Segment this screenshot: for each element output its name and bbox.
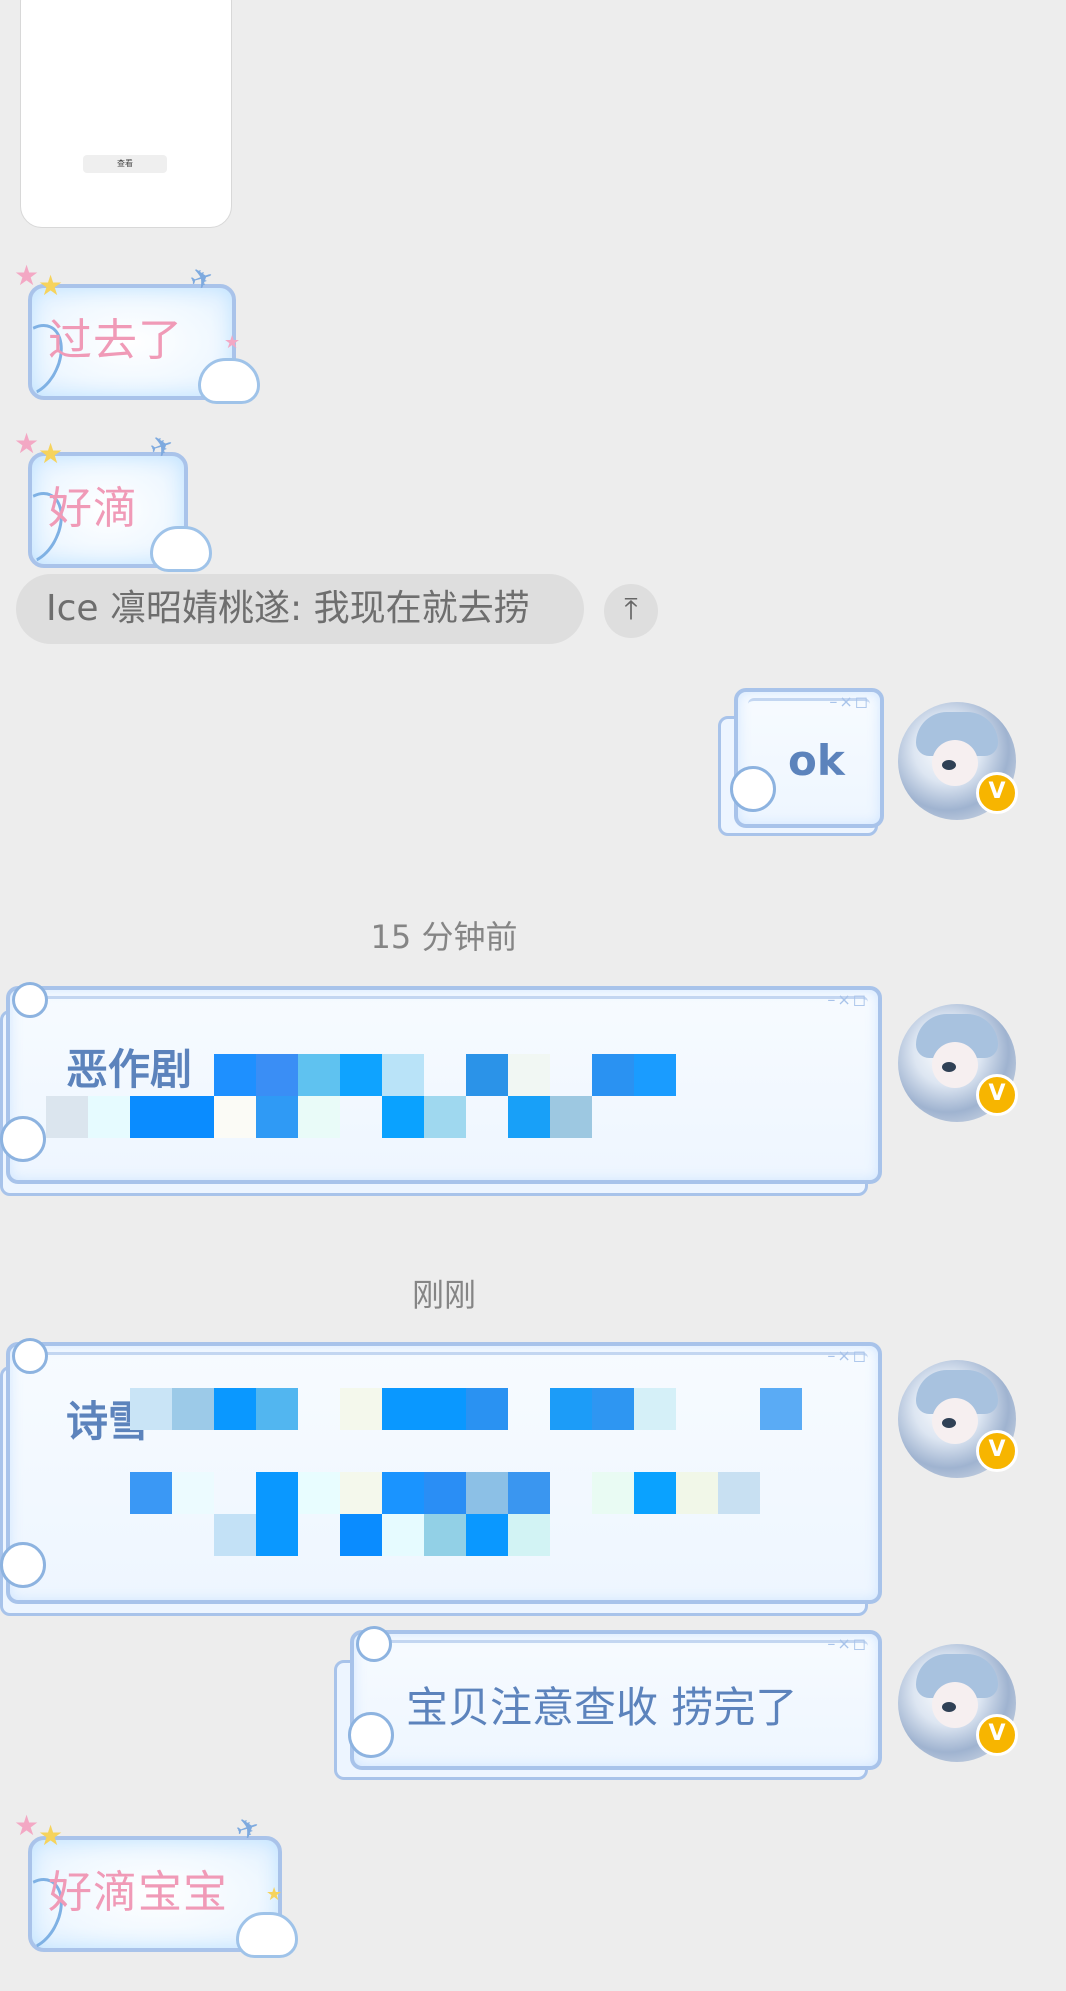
frame-topbar <box>20 1352 868 1365</box>
star-icon: ★ <box>38 437 64 470</box>
window-controls-icon: –×◻ <box>829 692 870 711</box>
astronaut-sticker-icon <box>356 1626 392 1662</box>
message-text: ok <box>788 736 845 785</box>
redacted-mosaic <box>130 1388 928 1556</box>
shared-image-card[interactable]: 查看 <box>20 0 232 228</box>
verified-badge: V <box>976 1714 1018 1756</box>
window-controls-icon: –×◻ <box>827 1634 868 1653</box>
astronaut-sticker-icon <box>0 1542 46 1588</box>
sheep-sticker-icon <box>198 358 260 404</box>
sheep-sticker-icon <box>236 1912 298 1958</box>
image-card-caption: 查看 <box>83 155 167 173</box>
star-icon: ★ <box>38 1819 64 1852</box>
verified-badge: V <box>976 1430 1018 1472</box>
verified-badge: V <box>976 772 1018 814</box>
star-icon: ★ <box>14 259 40 292</box>
message-right-ok[interactable]: –×◻ ok <box>730 688 884 828</box>
frame-topbar <box>364 1640 868 1653</box>
frame-topbar <box>20 996 868 1009</box>
window-controls-icon: –×◻ <box>827 990 868 1009</box>
star-icon: ★ <box>14 427 40 460</box>
message-text: 好滴宝宝 <box>48 1867 228 1918</box>
star-icon: ★ <box>266 1884 283 1905</box>
scroll-to-top-icon[interactable]: ⤒ <box>604 584 658 638</box>
verified-badge: V <box>976 1074 1018 1116</box>
avatar-eye <box>942 1702 956 1712</box>
timestamp: 刚刚 <box>411 1276 476 1314</box>
message-text: 过去了 <box>48 315 183 366</box>
astronaut-sticker-icon <box>730 766 776 812</box>
avatar[interactable]: V <box>898 1360 1018 1478</box>
astronaut-sticker-icon <box>348 1712 394 1758</box>
message-left-1[interactable]: ★ ★ ✈ ★ 过去了 <box>0 259 260 406</box>
avatar[interactable]: V <box>898 1004 1018 1122</box>
astronaut-sticker-icon <box>0 1116 46 1162</box>
astronaut-sticker-icon <box>12 982 48 1018</box>
avatar-eye <box>942 760 956 770</box>
star-icon: ★ <box>38 269 64 302</box>
message-left-3[interactable]: ★ ★ ✈ ★ 好滴宝宝 <box>0 1809 310 1960</box>
message-right-received[interactable]: –×◻ 宝贝注意查收 捞完了 <box>348 1626 882 1770</box>
redacted-mosaic <box>46 1054 844 1138</box>
sheep-sticker-icon <box>150 526 212 572</box>
message-right-shixue[interactable]: –×◻ 诗雪 <box>0 1338 882 1604</box>
message-text: 好滴 <box>48 483 138 534</box>
window-controls-icon: –×◻ <box>827 1346 868 1365</box>
message-text: 宝贝注意查收 捞完了 <box>406 1683 798 1732</box>
message-right-prank[interactable]: –×◻ 恶作剧 <box>0 982 882 1184</box>
avatar-eye <box>942 1062 956 1072</box>
reply-quote[interactable]: Ice 凛昭婧桃遂: 我现在就去捞 <box>16 574 584 644</box>
timestamp: 15 分钟前 <box>370 918 518 956</box>
avatar-eye <box>942 1418 956 1428</box>
astronaut-sticker-icon <box>12 1338 48 1374</box>
avatar[interactable]: V <box>898 1644 1018 1762</box>
star-icon: ★ <box>224 332 241 353</box>
star-icon: ★ <box>14 1809 40 1842</box>
message-left-2[interactable]: ★ ★ ✈ 好滴 <box>0 427 212 574</box>
avatar[interactable]: V <box>898 702 1018 820</box>
